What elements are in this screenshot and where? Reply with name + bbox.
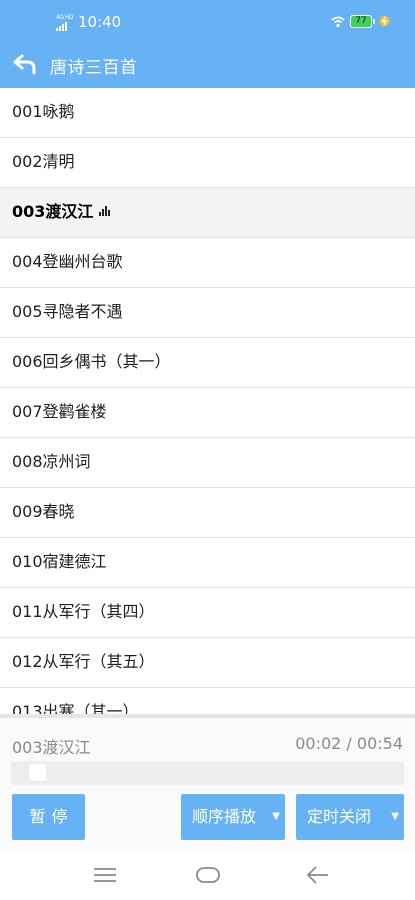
now-playing-title: 003渡汉江 — [12, 738, 91, 757]
player-panel: 003渡汉江 00:02 / 00:54 暂停 顺序播放 ▼ 定时关闭 ▼ — [0, 714, 415, 850]
poem-title: 008凉州词 — [12, 452, 91, 471]
poem-title: 003渡汉江 — [12, 202, 94, 221]
network-indicator: 4G HD — [56, 14, 74, 31]
pause-button[interactable]: 暂停 — [12, 794, 85, 840]
poem-title: 010宿建德江 — [12, 552, 107, 571]
progress-slider[interactable] — [11, 761, 404, 785]
list-item[interactable]: 013出塞（其一） — [0, 688, 415, 714]
poem-title: 013出塞（其一） — [12, 702, 139, 714]
poem-title: 012从军行（其五） — [12, 652, 155, 671]
poem-title: 004登幽州台歌 — [12, 252, 123, 271]
list-item[interactable]: 011从军行（其四） — [0, 588, 415, 638]
list-item[interactable]: 006回乡偶书（其一） — [0, 338, 415, 388]
list-item[interactable]: 001咏鹅 — [0, 88, 415, 138]
wifi-icon — [331, 16, 345, 28]
poem-title: 005寻隐者不遇 — [12, 302, 123, 321]
list-item[interactable]: 004登幽州台歌 — [0, 238, 415, 288]
dropdown-caret-icon: ▼ — [272, 811, 280, 822]
battery-indicator: 77 — [350, 15, 375, 28]
time-readout: 00:02 / 00:54 — [295, 734, 403, 753]
page-title: 唐诗三百首 — [50, 58, 138, 78]
dropdown-caret-icon: ▼ — [391, 811, 399, 822]
list-item[interactable]: 007登鹳雀楼 — [0, 388, 415, 438]
system-nav-bar — [0, 850, 415, 900]
list-item[interactable]: 008凉州词 — [0, 438, 415, 488]
status-bar: 4G HD 10:40 77 — [0, 0, 415, 44]
back-arrow-icon[interactable] — [13, 53, 37, 75]
list-item[interactable]: 002清明 — [0, 138, 415, 188]
list-item[interactable]: 005寻隐者不遇 — [0, 288, 415, 338]
list-item[interactable]: 009春晓 — [0, 488, 415, 538]
poem-title: 006回乡偶书（其一） — [12, 352, 171, 371]
status-time: 10:40 — [78, 13, 122, 31]
poem-title: 007登鹳雀楼 — [12, 402, 107, 421]
equalizer-icon — [99, 205, 111, 216]
progress-handle[interactable] — [29, 764, 46, 781]
list-item[interactable]: 012从军行（其五） — [0, 638, 415, 688]
menu-icon[interactable] — [92, 863, 118, 887]
play-mode-select[interactable]: 顺序播放 ▼ — [181, 794, 285, 840]
poem-title: 009春晓 — [12, 502, 75, 521]
poem-title: 002清明 — [12, 152, 75, 171]
home-icon[interactable] — [195, 863, 221, 887]
network-label: 4G HD — [56, 14, 74, 21]
header: 4G HD 10:40 77 唐诗三百首 — [0, 0, 415, 88]
poem-title: 001咏鹅 — [12, 102, 75, 121]
list-item-active[interactable]: 003渡汉江 — [0, 188, 415, 238]
title-bar: 唐诗三百首 — [0, 44, 415, 88]
poem-title: 011从军行（其四） — [12, 602, 155, 621]
play-mode-label: 顺序播放 — [192, 807, 257, 826]
list-item[interactable]: 010宿建德江 — [0, 538, 415, 588]
timer-label: 定时关闭 — [307, 807, 372, 826]
charging-bolt-icon — [379, 15, 390, 27]
back-icon[interactable] — [304, 863, 330, 887]
timer-select[interactable]: 定时关闭 ▼ — [296, 794, 404, 840]
signal-icon — [56, 22, 73, 31]
poem-list[interactable]: 001咏鹅 002清明 003渡汉江 004登幽州台歌 005寻隐者不遇 006回乡偶书（… — [0, 88, 415, 714]
